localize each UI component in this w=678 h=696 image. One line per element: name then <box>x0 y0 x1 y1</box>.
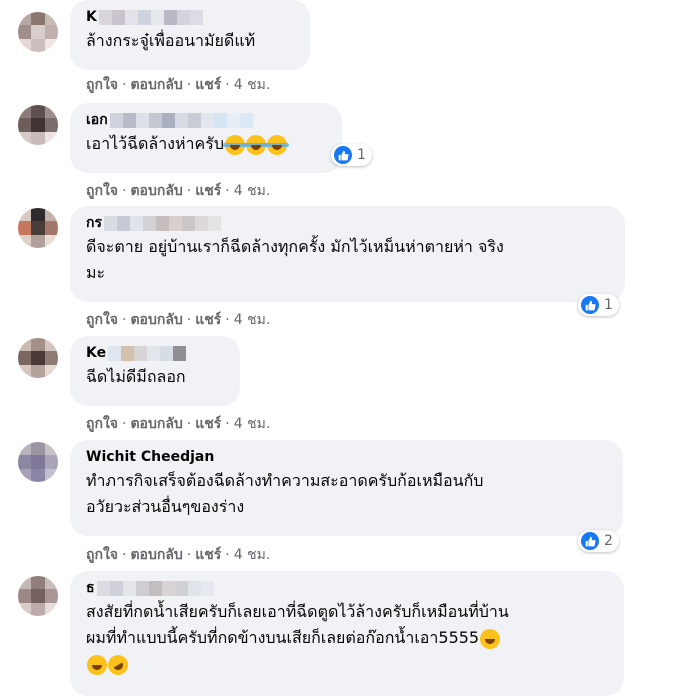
rofl-emoji <box>104 650 132 679</box>
comment-text: ฉีดไม่ดีมีถลอก <box>86 367 186 386</box>
avatar[interactable] <box>18 105 58 145</box>
comment-bubble: เอก เอาไว้ฉีดล้างห่าครับ <box>70 103 342 173</box>
timestamp[interactable]: 4 ชม. <box>234 547 271 563</box>
avatar[interactable] <box>18 576 58 616</box>
share-link[interactable]: แชร์ <box>195 183 221 199</box>
avatar[interactable] <box>18 338 58 378</box>
redacted-name <box>109 112 253 128</box>
comment-author[interactable]: Ke <box>86 344 224 362</box>
share-link[interactable]: แชร์ <box>195 416 221 432</box>
timestamp[interactable]: 4 ชม. <box>234 416 271 432</box>
comment-text: สงสัยที่กดน้ำเสียครับก็เลยเอาที่ฉีดตูดไว… <box>86 599 608 679</box>
comment-author[interactable]: ธ <box>86 579 608 597</box>
share-link[interactable]: แชร์ <box>195 547 221 563</box>
timestamp[interactable]: 4 ชม. <box>234 183 271 199</box>
redacted-name <box>96 580 214 596</box>
avatar[interactable] <box>18 12 58 52</box>
reply-link[interactable]: ตอบกลับ <box>130 547 182 563</box>
comment-author[interactable]: K <box>86 8 294 26</box>
like-link[interactable]: ถูกใจ <box>86 77 118 93</box>
comment-actions: ถูกใจ · ตอบกลับ · แชร์ · 4 ชม. <box>86 547 271 563</box>
comment-author[interactable]: Wichit Cheedjan <box>86 448 607 466</box>
like-link[interactable]: ถูกใจ <box>86 183 118 199</box>
laughing-crying-emoji <box>243 134 268 155</box>
comment-bubble: Ke ฉีดไม่ดีมีถลอก <box>70 336 240 406</box>
comment-text: เอาไว้ฉีดล้างห่าครับ <box>86 131 326 157</box>
redacted-name <box>98 9 203 25</box>
thumbs-up-icon <box>581 532 599 550</box>
reply-link[interactable]: ตอบกลับ <box>130 312 182 328</box>
grinning-emoji <box>480 628 501 649</box>
thumbs-up-icon <box>334 146 352 164</box>
reaction-count[interactable]: 2 <box>578 530 619 552</box>
comment-author[interactable]: เอก <box>86 111 326 129</box>
avatar[interactable] <box>18 208 58 248</box>
laughing-crying-emoji <box>264 134 289 155</box>
share-link[interactable]: แชร์ <box>195 77 221 93</box>
timestamp[interactable]: 4 ชม. <box>234 312 271 328</box>
reply-link[interactable]: ตอบกลับ <box>130 77 182 93</box>
reply-link[interactable]: ตอบกลับ <box>130 183 182 199</box>
comment-bubble: ธ สงสัยที่กดน้ำเสียครับก็เลยเอาที่ฉีดตูด… <box>70 571 624 696</box>
like-link[interactable]: ถูกใจ <box>86 312 118 328</box>
redacted-name <box>108 345 187 361</box>
grinning-emoji <box>87 654 107 675</box>
like-link[interactable]: ถูกใจ <box>86 416 118 432</box>
avatar[interactable] <box>18 442 58 482</box>
thumbs-up-icon <box>581 296 599 314</box>
timestamp[interactable]: 4 ชม. <box>234 77 271 93</box>
reaction-count[interactable]: 1 <box>578 294 619 316</box>
comment-actions: ถูกใจ · ตอบกลับ · แชร์ · 4 ชม. <box>86 77 271 93</box>
comment-actions: ถูกใจ · ตอบกลับ · แชร์ · 4 ชม. <box>86 183 271 199</box>
comment-text: ล้างกระจู๋เพื่ออนามัยดีแท้ <box>86 31 256 50</box>
laughing-crying-emoji <box>222 134 247 155</box>
share-link[interactable]: แชร์ <box>195 312 221 328</box>
reply-link[interactable]: ตอบกลับ <box>130 416 182 432</box>
comment-bubble: กร ดีจะตาย อยู่บ้านเราก็ฉีดล้างทุกครั้ง … <box>70 206 625 302</box>
comment-bubble: Wichit Cheedjan ทำภารกิจเสร็จต้องฉีดล้าง… <box>70 440 623 536</box>
reaction-count[interactable]: 1 <box>331 144 372 166</box>
comment-bubble: K ล้างกระจู๋เพื่ออนามัยดีแท้ <box>70 0 310 70</box>
comment-actions: ถูกใจ · ตอบกลับ · แชร์ · 4 ชม. <box>86 312 271 328</box>
comment-author[interactable]: กร <box>86 214 609 232</box>
comment-text: ดีจะตาย อยู่บ้านเราก็ฉีดล้างทุกครั้ง มัก… <box>86 237 504 282</box>
redacted-name <box>104 215 221 231</box>
comment-text: ทำภารกิจเสร็จต้องฉีดล้างทำความสะอาดครับก… <box>86 471 484 516</box>
like-link[interactable]: ถูกใจ <box>86 547 118 563</box>
comment-actions: ถูกใจ · ตอบกลับ · แชร์ · 4 ชม. <box>86 416 271 432</box>
